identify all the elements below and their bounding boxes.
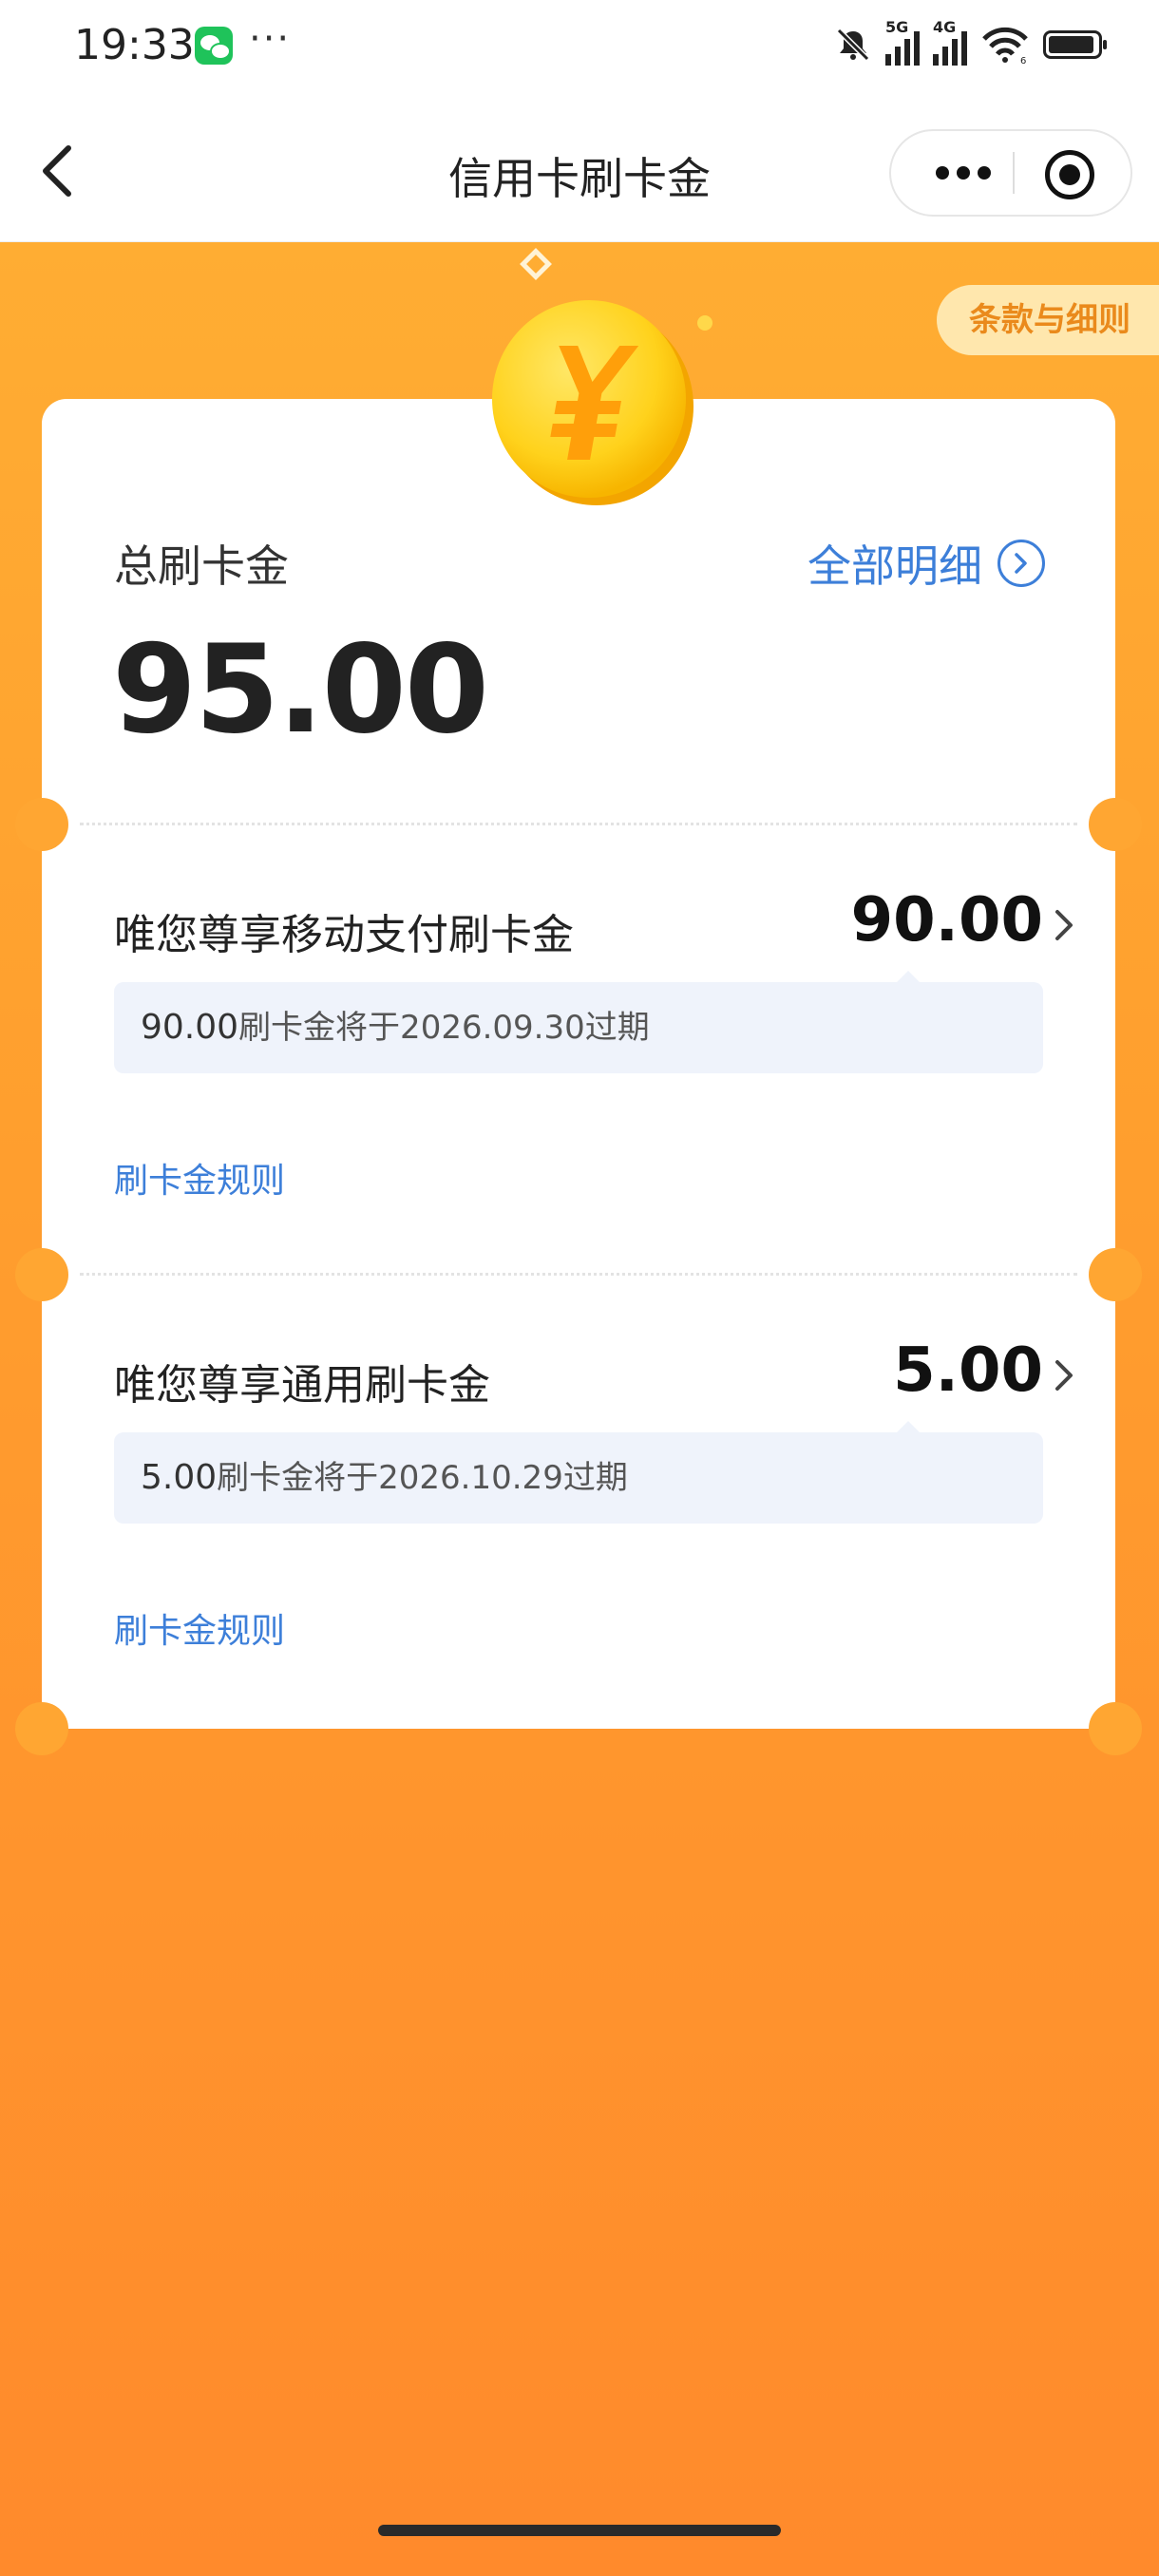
card-panel: 总刷卡金 全部明细 95.00 唯您尊享移动支付刷卡金 90.00 90.00刷… — [15, 399, 1142, 1755]
divider — [80, 1273, 1077, 1276]
signal-4g-icon: 4G — [933, 18, 967, 66]
sparkle-icon — [697, 315, 712, 331]
status-bar: 19:33 ··· 5G 4G 6 — [0, 0, 1159, 95]
chevron-right-circle-icon — [998, 540, 1045, 587]
dot-icon — [957, 166, 970, 180]
expiry-notice: 90.00刷卡金将于2026.09.30过期 — [114, 971, 1043, 1073]
card-notch — [1089, 798, 1142, 851]
mute-bell-icon — [836, 28, 870, 62]
card-notch — [1089, 1702, 1142, 1755]
expiry-text: 刷卡金将于2026.09.30过期 — [238, 1009, 650, 1047]
section-amount[interactable]: 5.00 — [893, 1335, 1043, 1406]
card-notch — [15, 798, 68, 851]
wechat-icon — [195, 27, 233, 65]
capsule-divider — [1013, 152, 1015, 194]
more-menu-button[interactable] — [925, 131, 1001, 215]
expiry-notice: 5.00刷卡金将于2026.10.29过期 — [114, 1421, 1043, 1524]
expiry-amount: 5.00 — [141, 1458, 218, 1497]
nav-bar: 信用卡刷卡金 — [0, 95, 1159, 242]
card-notch — [15, 1248, 68, 1301]
chevron-right-icon[interactable] — [1051, 1356, 1077, 1394]
expiry-amount: 90.00 — [141, 1008, 239, 1047]
rules-link[interactable]: 刷卡金规则 — [114, 1153, 285, 1203]
card-notch — [1089, 1248, 1142, 1301]
dot-icon — [978, 166, 991, 180]
status-time: 19:33 — [74, 21, 195, 69]
expiry-text: 刷卡金将于2026.10.29过期 — [217, 1459, 628, 1497]
signal-5g-icon: 5G — [885, 18, 920, 66]
section-title[interactable]: 唯您尊享移动支付刷卡金 — [114, 900, 574, 961]
wifi-icon: 6 — [982, 27, 1028, 64]
dot-icon — [936, 166, 949, 180]
chevron-right-icon[interactable] — [1051, 906, 1077, 944]
all-details-link[interactable]: 全部明细 — [808, 532, 1045, 595]
divider — [80, 823, 1077, 825]
total-label: 总刷卡金 — [114, 540, 289, 592]
status-icons: 5G 4G 6 — [834, 18, 1107, 68]
close-miniprogram-button[interactable] — [1045, 150, 1094, 199]
section-amount[interactable]: 90.00 — [851, 885, 1043, 956]
home-indicator[interactable] — [378, 2525, 781, 2536]
terms-button[interactable]: 条款与细则 — [937, 285, 1159, 355]
more-notifications-icon: ··· — [249, 17, 292, 61]
miniprogram-capsule — [889, 129, 1132, 217]
section-title[interactable]: 唯您尊享通用刷卡金 — [114, 1351, 490, 1411]
battery-icon — [1043, 30, 1107, 59]
all-details-label: 全部明细 — [808, 540, 982, 592]
card-notch — [15, 1702, 68, 1755]
yuan-coin-icon — [492, 300, 694, 505]
svg-text:6: 6 — [1020, 56, 1026, 64]
rules-link[interactable]: 刷卡金规则 — [114, 1603, 285, 1653]
total-amount: 95.00 — [112, 619, 489, 761]
